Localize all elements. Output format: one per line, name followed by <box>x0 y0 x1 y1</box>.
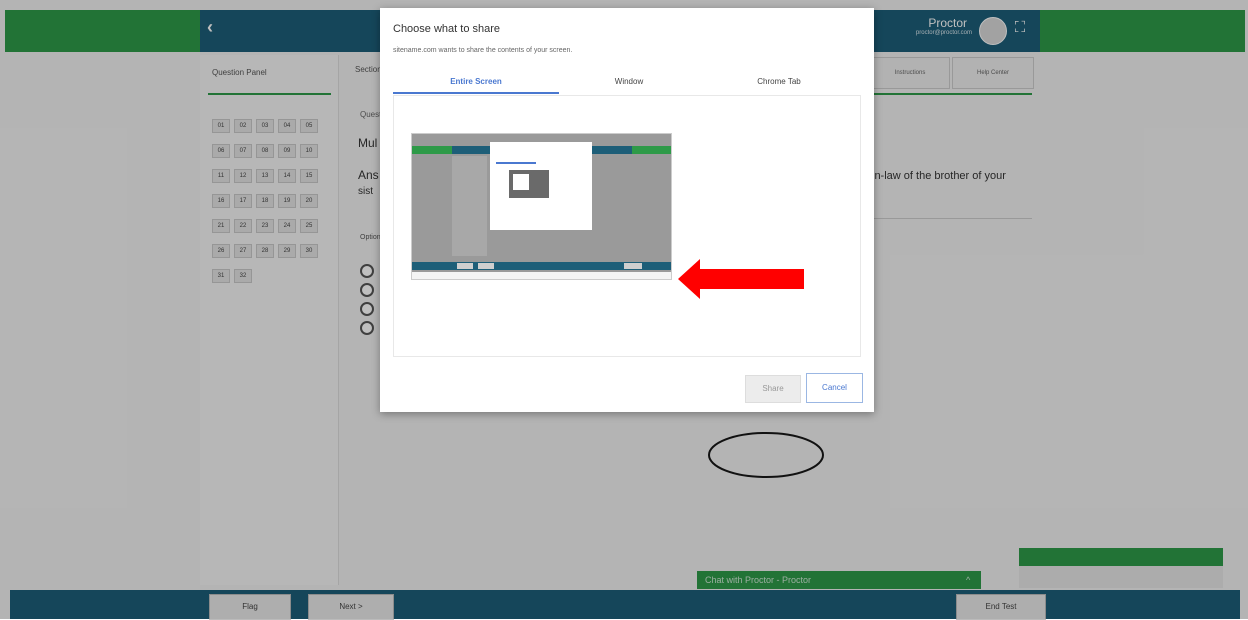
screen-preview-image <box>412 134 671 279</box>
ellipse-annotation <box>708 432 824 478</box>
dialog-title: Choose what to share <box>393 23 501 35</box>
red-arrow-annotation <box>678 259 804 299</box>
tab-entire-screen[interactable]: Entire Screen <box>393 72 559 94</box>
tab-window[interactable]: Window <box>559 72 699 92</box>
dialog-subtitle: sitename.com wants to share the contents… <box>393 47 573 54</box>
tab-chrome-tab[interactable]: Chrome Tab <box>699 72 859 92</box>
cancel-button[interactable]: Cancel <box>806 373 863 403</box>
share-button[interactable]: Share <box>745 375 801 403</box>
entire-screen-thumbnail[interactable] <box>411 133 672 280</box>
